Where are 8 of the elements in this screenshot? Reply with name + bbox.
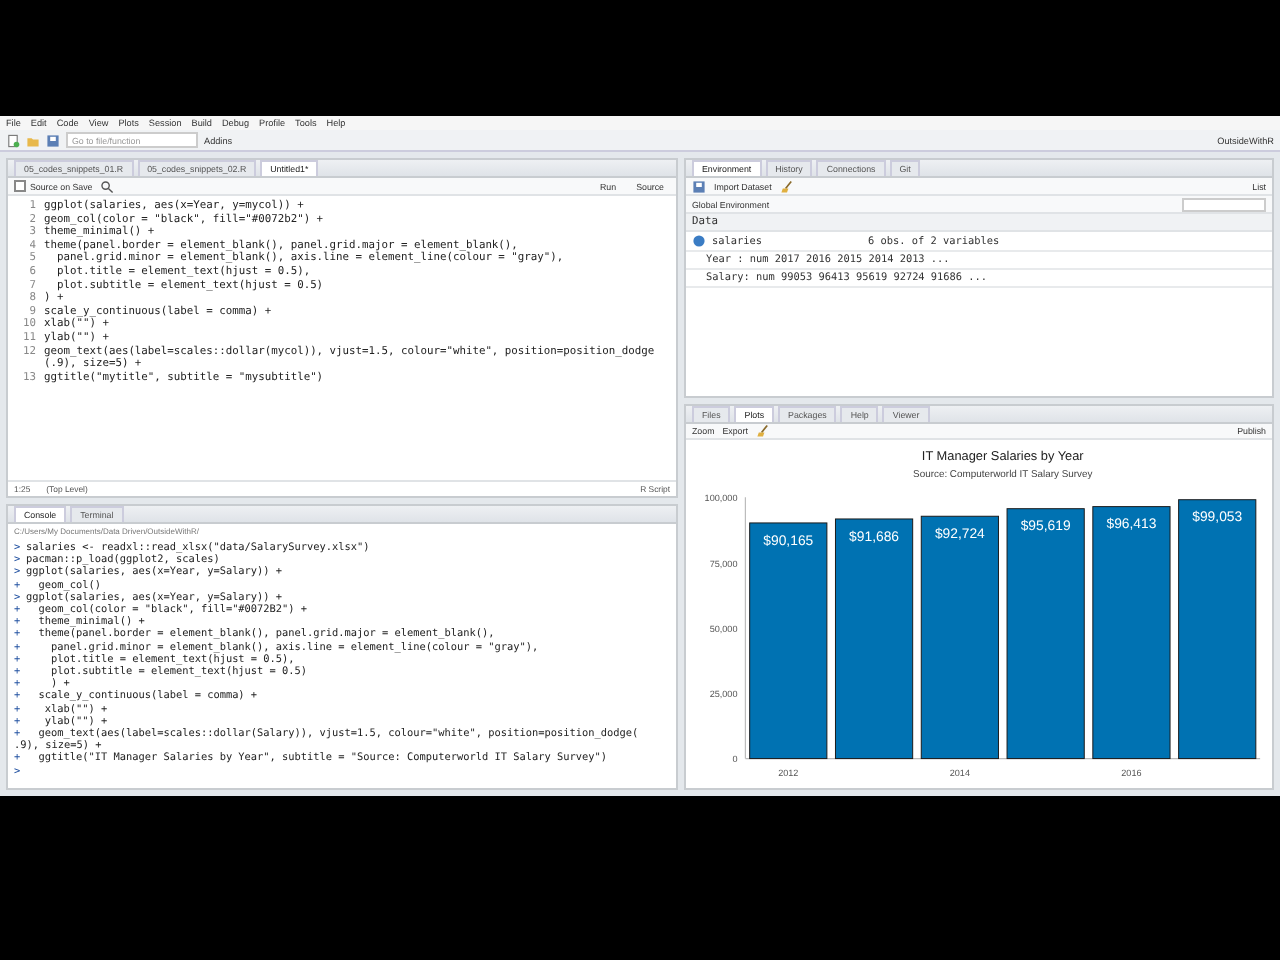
expand-icon[interactable] xyxy=(692,234,706,248)
broom-icon[interactable] xyxy=(755,424,770,438)
new-file-icon[interactable] xyxy=(6,133,20,147)
save-icon[interactable] xyxy=(46,133,60,147)
search-field[interactable] xyxy=(1182,197,1266,211)
search-icon[interactable] xyxy=(100,179,115,193)
save-icon[interactable] xyxy=(692,179,706,193)
broom-icon[interactable] xyxy=(779,179,794,193)
